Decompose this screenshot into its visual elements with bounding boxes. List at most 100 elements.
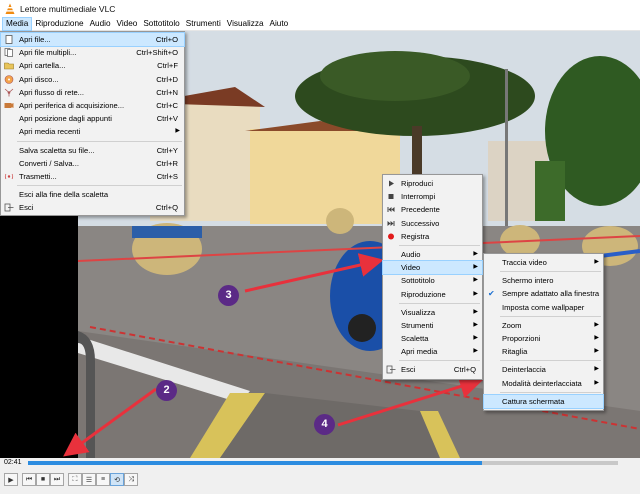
submenu-arrow-icon: ▶ <box>473 348 478 355</box>
video-submenu-item-imposta-come-wallpaper[interactable]: Imposta come wallpaper <box>484 301 603 314</box>
context-menu-item-sottotitolo[interactable]: Sottotitolo ▶ <box>383 274 482 287</box>
next-button[interactable]: ⏭ <box>50 473 64 486</box>
menu-item-label: Video <box>401 263 421 273</box>
elapsed-time: 02:41 <box>4 459 22 466</box>
submenu-arrow-icon: ▶ <box>473 264 478 271</box>
menubar-item-aiuto[interactable]: Aiuto <box>267 17 292 31</box>
media-menu-item-apri-posizione-dagli-appunti[interactable]: Apri posizione dagli appunti Ctrl+V <box>1 112 184 125</box>
context-menu: Riproduci Interrompi Precedente Successivo R… <box>382 174 483 380</box>
video-submenu-item-ritaglia[interactable]: Ritaglia ▶ <box>484 345 603 358</box>
context-menu-item-scaletta[interactable]: Scaletta ▶ <box>383 332 482 345</box>
menu-item-shortcut: Ctrl+C <box>156 100 178 110</box>
menubar-item-media[interactable]: Media <box>2 16 33 31</box>
video-submenu: Traccia video ▶ Schermo intero ✔ Sempre adat… <box>483 253 604 411</box>
context-menu-item-apri-media[interactable]: Apri media ▶ <box>383 345 482 358</box>
submenu-arrow-icon: ▶ <box>594 348 599 355</box>
menu-item-label: Trasmetti... <box>19 171 57 181</box>
context-menu-item-riproduzione[interactable]: Riproduzione ▶ <box>383 288 482 301</box>
video-submenu-item-sempre-adattato-alla-finestra[interactable]: ✔ Sempre adattato alla finestra <box>484 287 603 300</box>
context-menu-item-registra[interactable]: Registra <box>383 230 482 243</box>
loop-button[interactable]: ⟲ <box>110 473 124 486</box>
menu-separator <box>500 360 601 362</box>
video-submenu-item-deinterlaccia[interactable]: Deinterlaccia ▶ <box>484 363 603 376</box>
previous-icon <box>387 207 395 213</box>
context-menu-item-successivo[interactable]: Successivo <box>383 217 482 230</box>
menu-item-label: Converti / Salva... <box>19 158 79 168</box>
shuffle-button[interactable]: ⤨ <box>124 473 138 486</box>
menu-item-label: Riproduzione <box>401 289 446 299</box>
context-menu-item-interrompi[interactable]: Interrompi <box>383 190 482 203</box>
menu-separator <box>399 244 480 246</box>
submenu-arrow-icon: ▶ <box>473 250 478 257</box>
vlc-cone-icon <box>5 3 15 14</box>
context-menu-item-riproduci[interactable]: Riproduci <box>383 177 482 190</box>
context-menu-item-strumenti[interactable]: Strumenti ▶ <box>383 319 482 332</box>
media-menu-item-apri-periferica-di-acquisizione[interactable]: Apri periferica di acquisizione... Ctrl+C <box>1 99 184 112</box>
menu-item-label: Esci alla fine della scaletta <box>19 190 109 200</box>
context-menu-item-esci[interactable]: Esci Ctrl+Q <box>383 363 482 376</box>
menu-item-label: Apri file... <box>19 35 51 44</box>
menubar-item-visualizza[interactable]: Visualizza <box>224 17 267 31</box>
video-submenu-item-modalita-deinterlacciata[interactable]: Modalità deinterlacciata ▶ <box>484 377 603 390</box>
media-menu-item-esci-alla-fine-della-scaletta[interactable]: Esci alla fine della scaletta <box>1 188 184 201</box>
menu-item-label: Registra <box>401 231 430 241</box>
context-menu-item-visualizza[interactable]: Visualizza ▶ <box>383 306 482 319</box>
fullscreen-button[interactable]: ⛶ <box>68 473 82 486</box>
previous-button[interactable]: ⏮ <box>22 473 36 486</box>
play-button[interactable]: ▶ <box>4 473 18 486</box>
submenu-arrow-icon: ▶ <box>594 334 599 341</box>
network-icon <box>4 88 14 97</box>
menu-item-shortcut: Ctrl+Y <box>156 145 178 155</box>
seek-slider[interactable] <box>28 461 618 465</box>
menu-item-label: Sempre adattato alla finestra <box>502 289 600 299</box>
menu-item-shortcut: Ctrl+S <box>156 171 178 181</box>
control-bar: ▶ ⏮ ■ ⏭ ⛶ ☰ ≡ ⟲ ⤨ <box>0 468 640 494</box>
step-badge-2: 2 <box>156 380 177 401</box>
menu-item-label: Esci <box>401 365 416 375</box>
media-menu-item-apri-file[interactable]: Apri file... Ctrl+O <box>0 31 185 48</box>
media-menu-item-esci[interactable]: Esci Ctrl+Q <box>1 201 184 214</box>
submenu-arrow-icon: ▶ <box>473 290 478 297</box>
context-menu-item-precedente[interactable]: Precedente <box>383 203 482 216</box>
menubar-item-video[interactable]: Video <box>114 17 141 31</box>
menubar-item-riproduzione[interactable]: Riproduzione <box>32 17 86 31</box>
menu-item-label: Salva scaletta su file... <box>19 145 95 155</box>
extended-settings-button[interactable]: ☰ <box>82 473 96 486</box>
playlist-button[interactable]: ≡ <box>96 473 110 486</box>
submenu-arrow-icon: ▶ <box>473 321 478 328</box>
media-menu-item-converti-salva[interactable]: Converti / Salva... Ctrl+R <box>1 157 184 170</box>
video-submenu-item-schermo-intero[interactable]: Schermo intero <box>484 274 603 287</box>
menu-separator <box>500 391 601 393</box>
media-menu-item-trasmetti[interactable]: Trasmetti... Ctrl+S <box>1 170 184 183</box>
media-menu-item-apri-flusso-di-rete[interactable]: Apri flusso di rete... Ctrl+N <box>1 86 184 99</box>
disc-icon <box>4 74 14 84</box>
menubar-item-audio[interactable]: Audio <box>87 17 114 31</box>
menu-item-shortcut: Ctrl+N <box>156 87 178 97</box>
menu-item-label: Apri file multipli... <box>19 48 77 58</box>
media-menu-item-apri-cartella[interactable]: Apri cartella... Ctrl+F <box>1 59 184 72</box>
menubar-item-strumenti[interactable]: Strumenti <box>183 17 224 31</box>
context-menu-item-video[interactable]: Video ▶ <box>382 260 483 276</box>
stop-button[interactable]: ■ <box>36 473 50 486</box>
media-menu-item-apri-disco[interactable]: Apri disco... Ctrl+D <box>1 73 184 86</box>
step-badge-3: 3 <box>218 285 239 306</box>
menu-item-label: Precedente <box>401 205 440 215</box>
menu-item-label: Schermo intero <box>502 276 554 286</box>
video-submenu-item-zoom[interactable]: Zoom ▶ <box>484 319 603 332</box>
media-menu-item-apri-file-multipli[interactable]: Apri file multipli... Ctrl+Shift+O <box>1 46 184 59</box>
media-menu-item-salva-scaletta-su-file[interactable]: Salva scaletta su file... Ctrl+Y <box>1 144 184 157</box>
menu-item-label: Cattura schermata <box>502 396 565 406</box>
video-submenu-item-cattura-schermata[interactable]: Cattura schermata <box>483 393 604 409</box>
play-icon <box>389 180 394 187</box>
video-submenu-item-proporzioni[interactable]: Proporzioni ▶ <box>484 332 603 345</box>
menu-item-label: Riproduci <box>401 179 434 188</box>
video-submenu-item-traccia-video[interactable]: Traccia video ▶ <box>484 256 603 269</box>
menu-item-label: Strumenti <box>401 320 434 330</box>
exit-icon <box>4 203 14 212</box>
media-menu-item-apri-media-recenti[interactable]: Apri media recenti ▶ <box>1 125 184 138</box>
context-menu-item-audio[interactable]: Audio ▶ <box>383 248 482 261</box>
menu-item-label: Sottotitolo <box>401 276 435 286</box>
menu-item-label: Deinterlaccia <box>502 365 546 375</box>
menu-item-label: Proporzioni <box>502 333 541 343</box>
menubar-item-sottotitolo[interactable]: Sottotitolo <box>140 17 182 31</box>
